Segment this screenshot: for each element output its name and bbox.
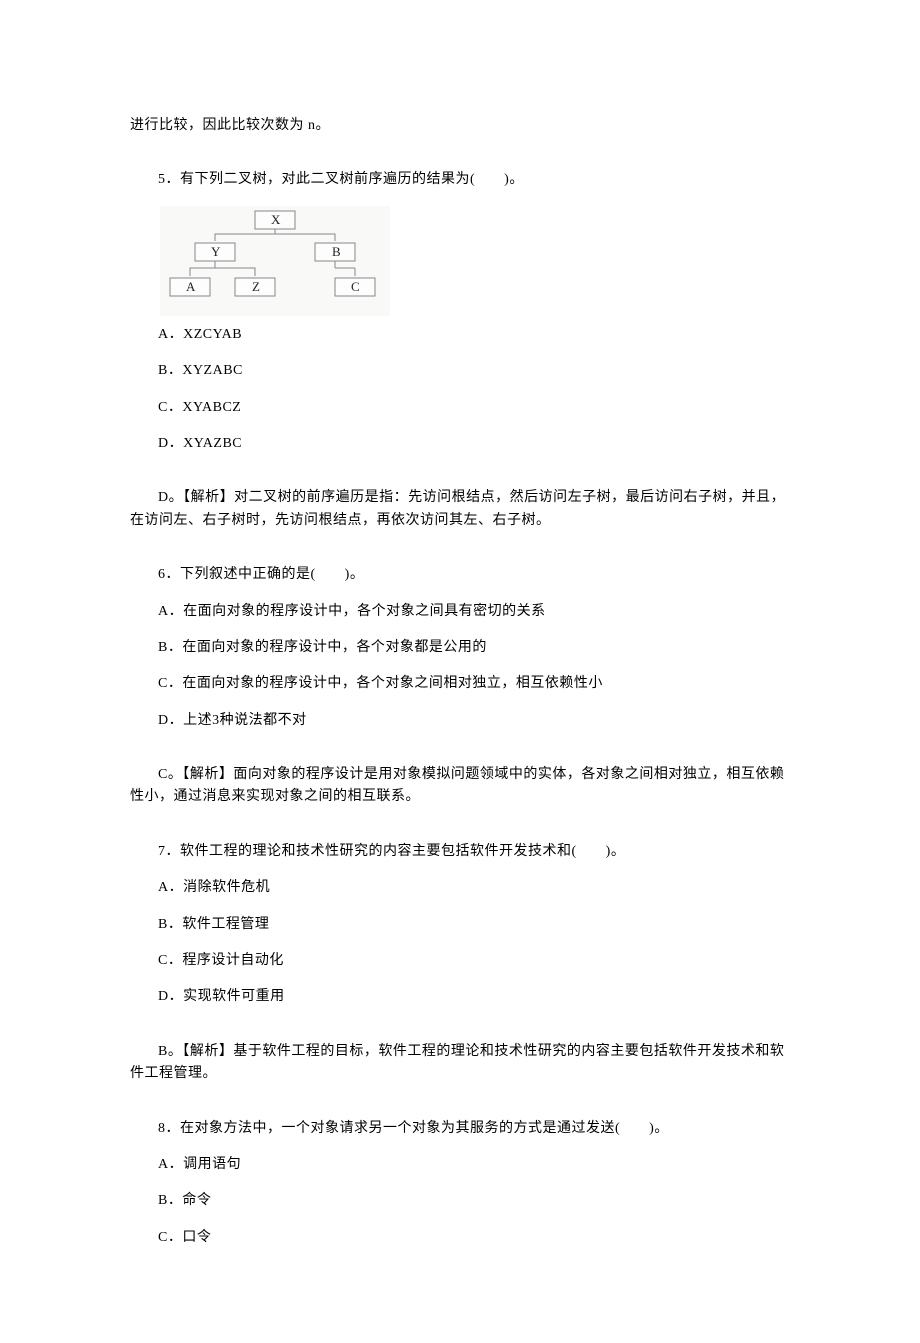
q8-option-c: C．口令 [130,1227,790,1249]
spacer [130,1023,790,1041]
tree-node-root: X [271,212,281,227]
q7-option-a: A．消除软件危机 [130,877,790,899]
spacer [130,1100,790,1118]
spacer [130,823,790,841]
tree-node-ll: A [186,279,196,294]
q7-stem: 7．软件工程的理论和技术性研究的内容主要包括软件开发技术和( )。 [130,841,790,863]
q6-option-b: B．在面向对象的程序设计中，各个对象都是公用的 [130,637,790,659]
tree-node-lr: Z [252,279,260,294]
q7-answer: B。【解析】基于软件工程的目标，软件工程的理论和技术性研究的内容主要包括软件开发… [130,1041,790,1086]
spacer [130,746,790,764]
q5-option-d: D．XYAZBC [130,433,790,455]
q8-option-a: A．调用语句 [130,1154,790,1176]
tree-node-rr: C [351,279,360,294]
q6-stem: 6．下列叙述中正确的是( )。 [130,564,790,586]
q5-stem: 5．有下列二叉树，对此二叉树前序遍历的结果为( )。 [130,169,790,191]
q8-option-b: B．命令 [130,1190,790,1212]
q5-option-b: B．XYZABC [130,360,790,382]
q8-stem: 8．在对象方法中，一个对象请求另一个对象为其服务的方式是通过发送( )。 [130,1118,790,1140]
q5-answer: D。【解析】对二叉树的前序遍历是指：先访问根结点，然后访问左子树，最后访问右子树… [130,487,790,532]
q6-option-a: A．在面向对象的程序设计中，各个对象之间具有密切的关系 [130,601,790,623]
q6-option-d: D．上述3种说法都不对 [130,710,790,732]
fragment-line: 进行比较，因此比较次数为 n。 [130,115,790,137]
tree-node-right: B [332,244,341,259]
q7-option-b: B．软件工程管理 [130,914,790,936]
binary-tree-diagram: X Y B A Z C [160,206,390,316]
document-page: 进行比较，因此比较次数为 n。 5．有下列二叉树，对此二叉树前序遍历的结果为( … [0,0,920,1343]
q6-option-c: C．在面向对象的程序设计中，各个对象之间相对独立，相互依赖性小 [130,673,790,695]
spacer [130,469,790,487]
tree-node-left: Y [211,244,221,259]
q6-answer: C。【解析】面向对象的程序设计是用对象模拟问题领域中的实体，各对象之间相对独立，… [130,764,790,809]
q7-option-c: C．程序设计自动化 [130,950,790,972]
q5-option-a: A．XZCYAB [130,324,790,346]
spacer [130,546,790,564]
spacer [130,151,790,169]
q7-option-d: D．实现软件可重用 [130,986,790,1008]
q5-option-c: C．XYABCZ [130,397,790,419]
